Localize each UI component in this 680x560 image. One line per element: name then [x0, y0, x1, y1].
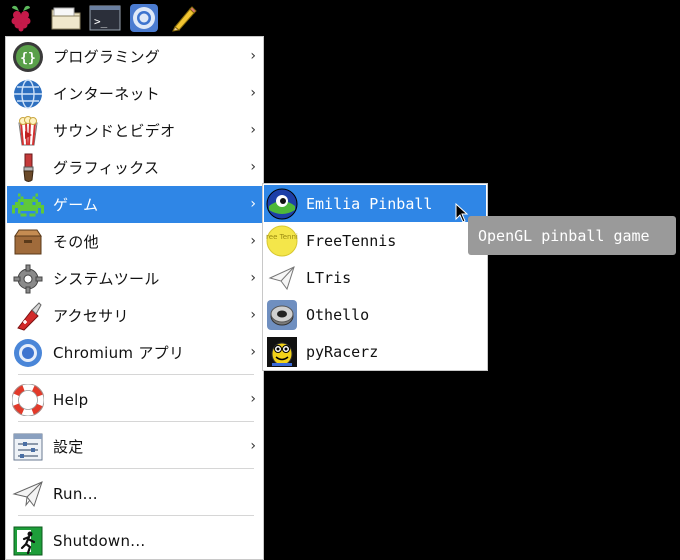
menu-item-label: その他 [53, 233, 99, 251]
chevron-right-icon: › [250, 196, 256, 212]
chromium-apps-icon [11, 336, 45, 370]
chevron-right-icon: › [250, 438, 256, 454]
menu-item-internet[interactable]: インターネット › [7, 75, 262, 112]
run-paperplane-icon [11, 477, 45, 511]
programming-icon: {} [11, 40, 45, 74]
freetennis-ball-icon: Free Tennis [266, 225, 298, 257]
submenu-item-label: FreeTennis [306, 231, 397, 250]
menu-item-shutdown[interactable]: Shutdown... [7, 522, 262, 559]
chevron-right-icon: › [250, 48, 256, 64]
chevron-right-icon: › [250, 122, 256, 138]
chevron-right-icon: › [250, 159, 256, 175]
menu-item-settings[interactable]: 設定 › [7, 428, 262, 465]
ltris-icon [266, 262, 298, 294]
raspberry-menu-icon[interactable] [5, 2, 37, 34]
shutdown-exit-icon [11, 524, 45, 558]
menu-separator [18, 421, 254, 422]
submenu-item-ltris[interactable]: LTris [264, 259, 486, 296]
submenu-item-label: LTris [306, 268, 352, 287]
settings-icon [11, 430, 45, 464]
menu-item-label: Help [53, 390, 89, 409]
accessories-knife-icon [11, 299, 45, 333]
chromium-icon[interactable] [128, 2, 160, 34]
menu-item-label: インターネット [53, 85, 161, 103]
menu-item-accessories[interactable]: アクセサリ › [7, 297, 262, 334]
tooltip: OpenGL pinball game [468, 216, 676, 255]
emilia-pinball-icon [266, 188, 298, 220]
menu-item-other[interactable]: その他 › [7, 223, 262, 260]
menu-separator [18, 468, 254, 469]
chevron-right-icon: › [250, 391, 256, 407]
submenu-item-othello[interactable]: Othello [264, 296, 486, 333]
menu-item-label: 設定 [53, 438, 84, 456]
svg-text:>_: >_ [94, 15, 108, 28]
submenu-item-freetennis[interactable]: Free Tennis FreeTennis [264, 222, 486, 259]
chevron-right-icon: › [250, 270, 256, 286]
svg-text:Free Tennis: Free Tennis [266, 233, 298, 241]
help-lifebuoy-icon [11, 383, 45, 417]
menu-item-help[interactable]: Help › [7, 381, 262, 418]
submenu-item-pyracerz[interactable]: pyRacerz [264, 333, 486, 370]
chevron-right-icon: › [250, 344, 256, 360]
menu-item-label: グラフィックス [53, 159, 160, 177]
menu-item-label: Run... [53, 484, 98, 503]
menu-separator [18, 515, 254, 516]
svg-text:{}: {} [20, 51, 36, 66]
accessories-box-icon [11, 225, 45, 259]
submenu-item-label: Emilia Pinball [306, 194, 433, 213]
chevron-right-icon: › [250, 307, 256, 323]
menu-item-games[interactable]: ゲーム › [7, 186, 262, 223]
terminal-icon[interactable]: >_ [89, 2, 121, 34]
menu-item-graphics[interactable]: グラフィックス › [7, 149, 262, 186]
menu-item-label: Chromium アプリ [53, 344, 185, 362]
mouse-cursor-icon [455, 203, 469, 223]
application-menu: {} プログラミング › インターネット › サウンドとビデオ › グラフィック… [5, 36, 264, 560]
menu-separator [18, 374, 254, 375]
menu-item-label: サウンドとビデオ [53, 122, 176, 140]
menu-item-run[interactable]: Run... [7, 475, 262, 512]
text-editor-icon[interactable] [168, 2, 200, 34]
menu-item-label: Shutdown... [53, 531, 146, 550]
menu-item-programming[interactable]: {} プログラミング › [7, 38, 262, 75]
submenu-item-emilia-pinball[interactable]: Emilia Pinball [264, 185, 486, 222]
file-manager-icon[interactable] [50, 2, 82, 34]
menu-item-chromium-apps[interactable]: Chromium アプリ › [7, 334, 262, 371]
othello-icon [266, 299, 298, 331]
menu-item-sound-video[interactable]: サウンドとビデオ › [7, 112, 262, 149]
submenu-item-label: pyRacerz [306, 342, 379, 361]
menu-item-label: プログラミング [53, 48, 161, 66]
menu-item-label: アクセサリ [53, 307, 129, 325]
games-invader-icon [11, 188, 45, 222]
system-tools-gear-icon [11, 262, 45, 296]
taskbar: >_ [0, 0, 680, 36]
chevron-right-icon: › [250, 85, 256, 101]
tooltip-text: OpenGL pinball game [478, 226, 650, 245]
submenu-item-label: Othello [306, 305, 370, 324]
chevron-right-icon: › [250, 233, 256, 249]
graphics-brush-icon [11, 151, 45, 185]
menu-item-label: ゲーム [53, 196, 99, 214]
menu-item-system-tools[interactable]: システムツール › [7, 260, 262, 297]
menu-item-label: システムツール [53, 270, 160, 288]
sound-video-icon [11, 114, 45, 148]
pyracerz-icon [266, 336, 298, 368]
internet-globe-icon [11, 77, 45, 111]
